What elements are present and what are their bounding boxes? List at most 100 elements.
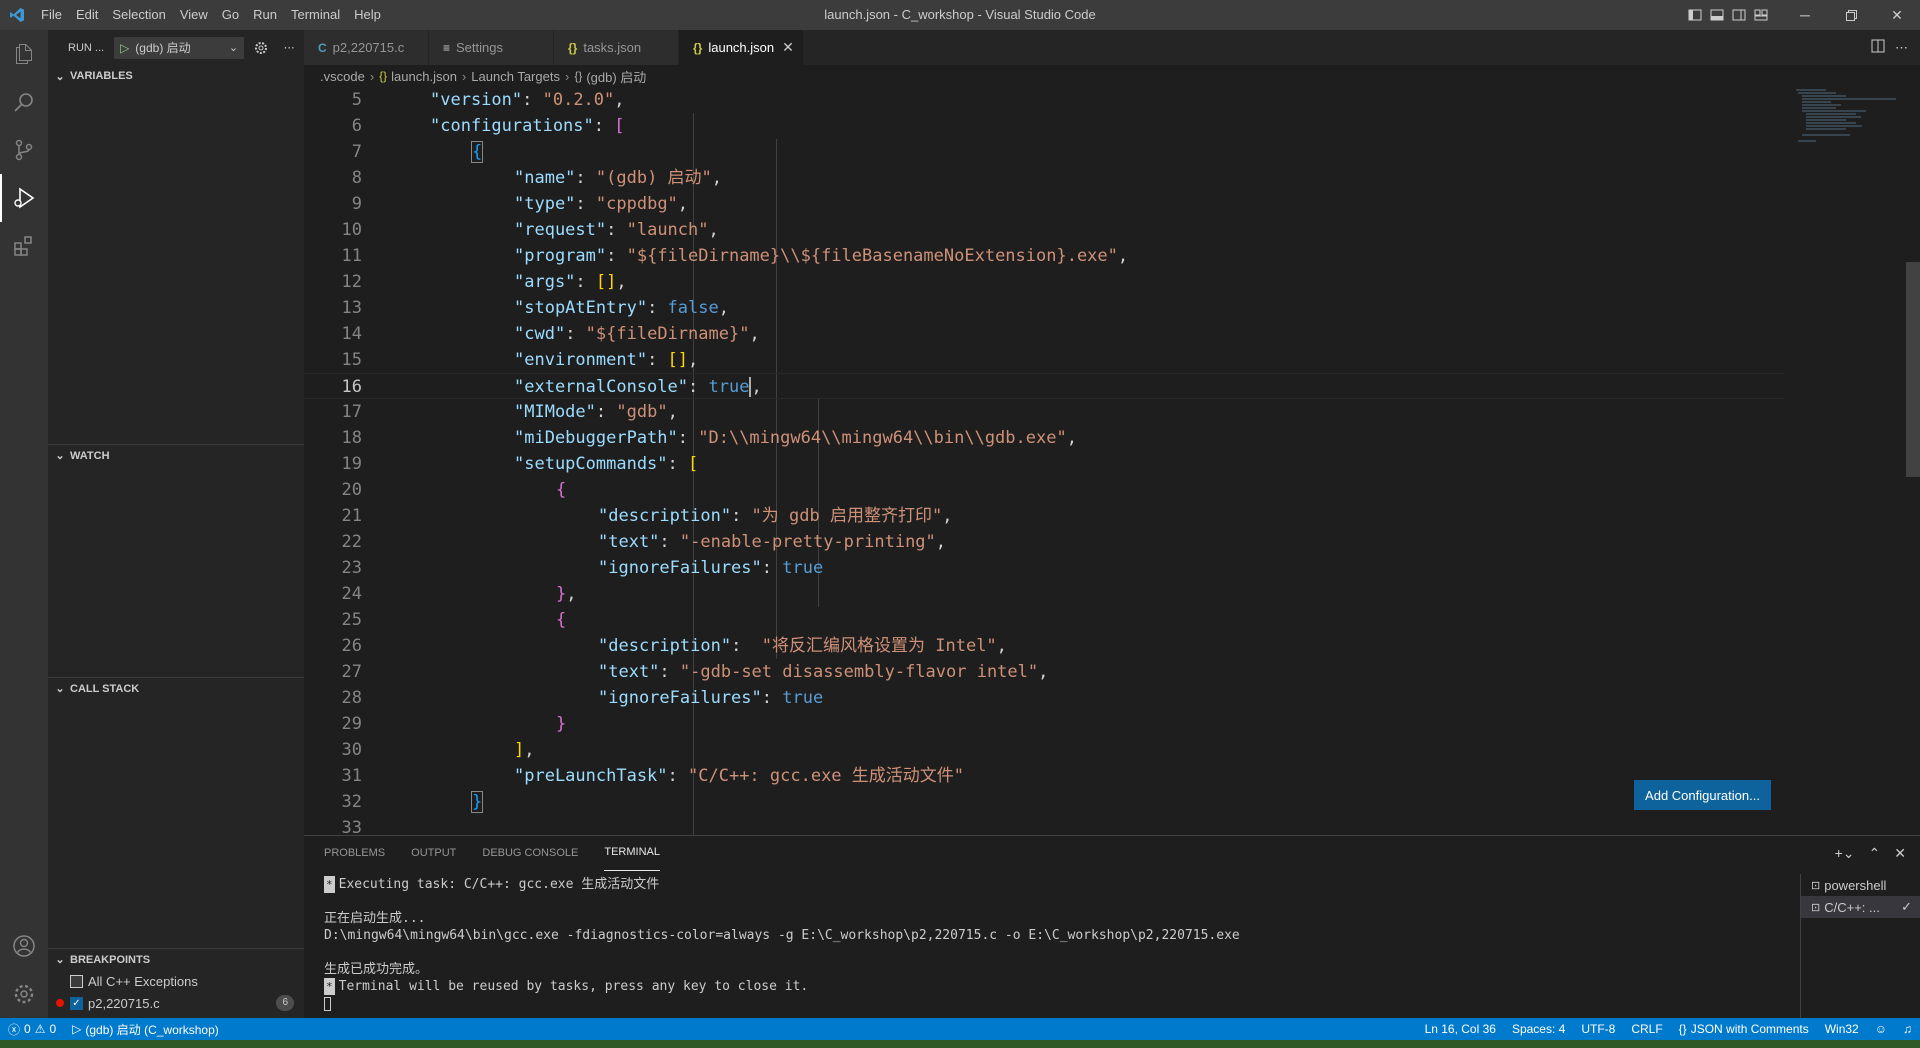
menu-file[interactable]: File: [34, 0, 69, 30]
code-line: 31 "preLaunchTask": "C/C++: gcc.exe 生成活动文…: [341, 766, 965, 786]
tab-output[interactable]: OUTPUT: [411, 836, 456, 871]
code-line: 24},: [341, 584, 577, 604]
breadcrumb-folder[interactable]: .vscode: [320, 69, 365, 84]
tab-p2-c[interactable]: C p2,220715.c: [304, 30, 429, 65]
tab-tasks-json[interactable]: {} tasks.json: [554, 30, 679, 65]
close-tab-icon[interactable]: ✕: [782, 39, 794, 56]
chevron-down-icon: ⌄: [55, 70, 65, 83]
breakpoints-title: BREAKPOINTS: [70, 953, 151, 966]
code-line: 6 "configurations": [: [351, 116, 625, 136]
debug-icon: ▷: [72, 1022, 82, 1036]
editor-scrollbar[interactable]: [1906, 262, 1920, 477]
terminal-list: ⊡ powershell ⊡ C/C++: ... ✓: [1800, 874, 1920, 1019]
error-icon: ⓧ: [8, 1022, 21, 1037]
terminal-output[interactable]: * Executing task: C/C++: gcc.exe 生成活动文件 正…: [324, 876, 1804, 1012]
code-editor[interactable]: 5 "version": "0.2.0", 6 "configurations": …: [304, 87, 1920, 835]
terminal-item-powershell[interactable]: ⊡ powershell: [1801, 874, 1920, 896]
start-debugging-icon[interactable]: ▷: [120, 41, 129, 55]
breakpoint-checkbox[interactable]: ✓: [70, 996, 83, 1010]
breadcrumb-file[interactable]: launch.json: [391, 69, 457, 84]
explorer-icon[interactable]: [0, 30, 48, 78]
status-bar: ⓧ 0 ⚠ 0 ▷ (gdb) 启动 (C_workshop) Ln 16, Col …: [0, 1018, 1920, 1040]
breadcrumb: .vscode › {} launch.json › Launch Target…: [304, 65, 1920, 87]
code-line: 32}: [341, 791, 484, 813]
watch-section-header[interactable]: ⌄ WATCH: [48, 444, 304, 466]
breakpoint-item[interactable]: All C++ Exceptions: [48, 970, 304, 992]
restore-icon[interactable]: [1828, 0, 1874, 30]
problems-status[interactable]: ⓧ 0 ⚠ 0: [0, 1021, 64, 1038]
split-editor-icon[interactable]: [1871, 39, 1885, 56]
indentation-status[interactable]: Spaces: 4: [1504, 1022, 1573, 1036]
tab-terminal[interactable]: TERMINAL: [604, 836, 660, 871]
accounts-icon[interactable]: [0, 922, 48, 970]
breakpoint-label: All C++ Exceptions: [88, 973, 198, 989]
tab-debug-console[interactable]: DEBUG CONSOLE: [482, 836, 578, 871]
open-launch-json-gear-icon[interactable]: [250, 37, 272, 59]
encoding-status[interactable]: UTF-8: [1573, 1022, 1623, 1036]
notifications-bell-icon[interactable]: ♫: [1895, 1022, 1920, 1036]
source-control-icon[interactable]: [0, 126, 48, 174]
os-taskbar: [0, 1040, 1920, 1048]
braces-icon: {}: [1678, 1022, 1687, 1036]
code-line: 20{: [341, 480, 567, 500]
run-debug-icon[interactable]: [0, 174, 48, 222]
variables-section-header[interactable]: ⌄ VARIABLES: [48, 65, 304, 87]
code-line: 19 "setupCommands": [: [341, 454, 699, 474]
debug-config-select[interactable]: ▷ (gdb) 启动 ⌄: [114, 36, 245, 59]
search-icon[interactable]: [0, 78, 48, 126]
json-file-icon: {}: [379, 69, 388, 83]
terminal-item-task[interactable]: ⊡ C/C++: ... ✓: [1801, 896, 1920, 918]
toggle-panel-icon[interactable]: [1706, 0, 1728, 30]
menu-selection[interactable]: Selection: [105, 0, 172, 30]
more-actions-icon[interactable]: ⋯: [278, 37, 300, 59]
feedback-icon[interactable]: ☺: [1867, 1022, 1895, 1036]
minimap[interactable]: [1786, 87, 1906, 167]
breakpoint-item[interactable]: ✓ p2,220715.c 6: [48, 992, 304, 1014]
language-mode-status[interactable]: {} JSON with Comments: [1671, 1022, 1817, 1036]
tab-problems[interactable]: PROBLEMS: [324, 836, 385, 871]
maximize-panel-icon[interactable]: ⌃: [1869, 845, 1881, 862]
code-line: 5 "version": "0.2.0",: [351, 90, 625, 110]
toggle-secondary-sidebar-icon[interactable]: [1728, 0, 1750, 30]
terminal-cursor: [324, 996, 331, 1011]
breadcrumb-section[interactable]: Launch Targets: [471, 69, 560, 84]
breadcrumb-item[interactable]: (gdb) 启动: [586, 67, 646, 86]
json-file-icon: {}: [568, 40, 578, 55]
tools-icon: ⊡: [1811, 901, 1821, 914]
code-line: 21 "description": "为 gdb 启用整齐打印",: [341, 506, 953, 526]
more-actions-icon[interactable]: ⋯: [1895, 40, 1908, 56]
menu-view[interactable]: View: [173, 0, 215, 30]
extensions-icon[interactable]: [0, 222, 48, 270]
breakpoint-checkbox[interactable]: [70, 974, 83, 988]
platform-status[interactable]: Win32: [1817, 1022, 1867, 1036]
breakpoint-dot-icon: [56, 999, 64, 1007]
menu-edit[interactable]: Edit: [69, 0, 105, 30]
chevron-right-icon: ›: [369, 68, 375, 84]
code-line: 26 "description": "将反汇编风格设置为 Intel",: [341, 636, 1007, 656]
call-stack-section-header[interactable]: ⌄ CALL STACK: [48, 677, 304, 699]
close-panel-icon[interactable]: ✕: [1894, 845, 1906, 862]
watch-title: WATCH: [70, 449, 110, 462]
new-terminal-icon[interactable]: +⌄: [1835, 845, 1855, 862]
menu-help[interactable]: Help: [347, 0, 388, 30]
customize-layout-icon[interactable]: [1750, 0, 1772, 30]
code-line: 22 "text": "-enable-pretty-printing",: [341, 532, 947, 552]
tab-launch-json[interactable]: {} launch.json ✕: [679, 30, 804, 65]
chevron-down-icon[interactable]: ⌄: [229, 41, 238, 54]
menu-terminal[interactable]: Terminal: [284, 0, 347, 30]
breakpoints-section-header[interactable]: ⌄ BREAKPOINTS: [48, 948, 304, 970]
title-bar: File Edit Selection View Go Run Terminal…: [0, 0, 1920, 30]
toggle-sidebar-icon[interactable]: [1684, 0, 1706, 30]
settings-gear-icon[interactable]: [0, 970, 48, 1018]
eol-status[interactable]: CRLF: [1623, 1022, 1670, 1036]
minimize-icon[interactable]: ─: [1782, 0, 1828, 30]
cursor-position-status[interactable]: Ln 16, Col 36: [1417, 1022, 1504, 1036]
tab-settings[interactable]: ≡ Settings: [429, 30, 554, 65]
breakpoint-label: p2,220715.c: [88, 995, 160, 1011]
close-window-icon[interactable]: ✕: [1874, 0, 1920, 30]
code-line: 8 "name": "(gdb) 启动",: [351, 168, 723, 188]
debug-target-status[interactable]: ▷ (gdb) 启动 (C_workshop): [64, 1021, 227, 1038]
menu-go[interactable]: Go: [215, 0, 246, 30]
add-configuration-button[interactable]: Add Configuration...: [1634, 780, 1771, 810]
menu-run[interactable]: Run: [246, 0, 284, 30]
